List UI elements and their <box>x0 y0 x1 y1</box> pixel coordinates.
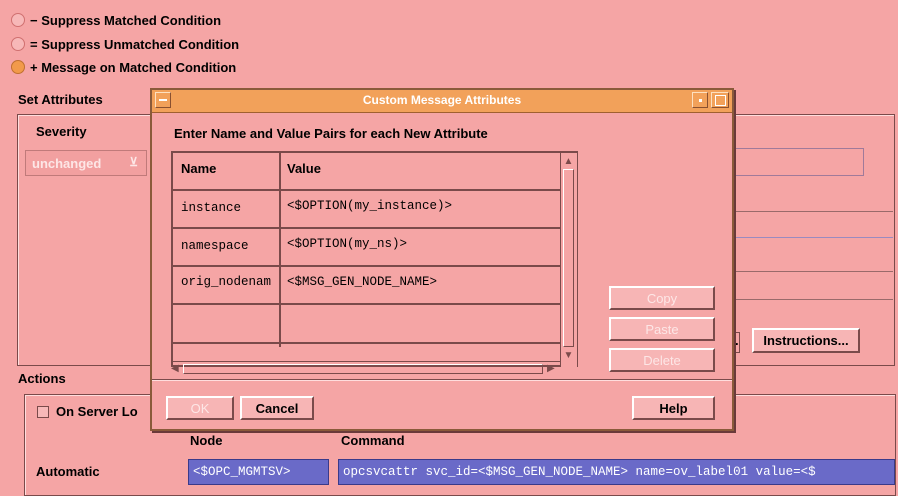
row-value-cell[interactable] <box>287 313 567 333</box>
automatic-command-field[interactable]: opcsvcattr svc_id=<$MSG_GEN_NODE_NAME> n… <box>338 459 895 485</box>
actions-heading: Actions <box>18 371 66 386</box>
custom-message-attributes-dialog: Custom Message Attributes Enter Name and… <box>150 88 734 431</box>
ellipsis-dot: . <box>735 333 739 348</box>
paste-button[interactable]: Paste <box>609 317 715 341</box>
table-divider <box>173 189 576 191</box>
on-server-log-label: On Server Lo <box>56 404 138 419</box>
divider <box>733 271 893 272</box>
severity-label: Severity <box>36 124 87 139</box>
suppress-matched-label: − Suppress Matched Condition <box>30 12 222 28</box>
instructions-button[interactable]: Instructions... <box>752 328 860 353</box>
set-attributes-heading: Set Attributes <box>18 92 103 107</box>
help-button[interactable]: Help <box>632 396 715 420</box>
maximize-icon[interactable] <box>711 92 729 108</box>
automatic-node-field[interactable]: <$OPC_MGMTSV> <box>188 459 329 485</box>
scroll-down-icon[interactable]: ▼ <box>562 349 575 362</box>
command-header: Command <box>341 433 405 448</box>
table-divider <box>173 342 576 344</box>
scroll-up-icon[interactable]: ▲ <box>562 155 575 168</box>
table-divider <box>173 227 576 229</box>
row-name-cell[interactable]: orig_nodenam <box>181 275 277 289</box>
cancel-button[interactable]: Cancel <box>240 396 314 420</box>
ok-button[interactable]: OK <box>166 396 234 420</box>
on-server-log-checkbox[interactable] <box>37 405 49 418</box>
minimize-icon[interactable] <box>692 92 708 108</box>
dialog-separator <box>152 380 732 381</box>
table-horizontal-scrollbar[interactable]: ◀ ▶ <box>171 361 560 377</box>
row-name-cell[interactable] <box>181 349 277 357</box>
message-on-matched-label: + Message on Matched Condition <box>30 59 237 75</box>
table-divider <box>173 303 576 305</box>
table-divider <box>173 265 576 267</box>
suppress-matched-option[interactable]: − Suppress Matched Condition <box>11 10 221 30</box>
suppress-matched-radio[interactable] <box>11 13 25 27</box>
delete-button[interactable]: Delete <box>609 348 715 372</box>
message-on-matched-option[interactable]: + Message on Matched Condition <box>11 57 236 77</box>
row-value-cell[interactable] <box>287 349 567 357</box>
divider <box>733 211 893 212</box>
horizontal-scroll-thumb[interactable] <box>183 364 543 374</box>
row-value-cell[interactable]: <$OPTION(my_ns)> <box>287 237 567 251</box>
severity-combo[interactable]: unchanged ⊻ <box>25 150 147 176</box>
vertical-scroll-thumb[interactable] <box>563 169 574 347</box>
on-server-log-option[interactable]: On Server Lo <box>37 404 138 419</box>
node-header: Node <box>190 433 223 448</box>
divider <box>733 237 893 238</box>
row-value-cell[interactable]: <$OPTION(my_instance)> <box>287 199 567 213</box>
copy-button[interactable]: Copy <box>609 286 715 310</box>
column-header-value: Value <box>287 161 321 176</box>
background-field-1 <box>733 148 864 176</box>
dialog-titlebar[interactable]: Custom Message Attributes <box>152 90 732 113</box>
severity-value: unchanged <box>32 155 102 171</box>
automatic-label: Automatic <box>36 464 100 479</box>
suppress-unmatched-radio[interactable] <box>11 37 25 51</box>
table-vertical-scrollbar[interactable]: ▲ ▼ <box>560 153 577 367</box>
row-name-cell[interactable]: namespace <box>181 239 277 253</box>
dialog-instruction: Enter Name and Value Pairs for each New … <box>174 126 488 141</box>
scroll-left-icon[interactable]: ◀ <box>171 363 179 374</box>
dialog-title: Custom Message Attributes <box>362 93 522 107</box>
message-on-matched-radio[interactable] <box>11 60 25 74</box>
divider <box>733 299 893 300</box>
table-divider <box>279 153 281 347</box>
combo-arrow-icon: ⊻ <box>129 155 138 169</box>
column-header-name: Name <box>181 161 217 176</box>
suppress-unmatched-label: = Suppress Unmatched Condition <box>30 36 240 52</box>
row-name-cell[interactable]: instance <box>181 201 277 215</box>
row-value-cell[interactable]: <$MSG_GEN_NODE_NAME> <box>287 275 567 289</box>
attribute-table: Name Value instance <$OPTION(my_instance… <box>171 151 578 367</box>
suppress-unmatched-option[interactable]: = Suppress Unmatched Condition <box>11 34 239 54</box>
row-name-cell[interactable] <box>181 313 277 333</box>
scroll-right-icon[interactable]: ▶ <box>547 363 555 374</box>
